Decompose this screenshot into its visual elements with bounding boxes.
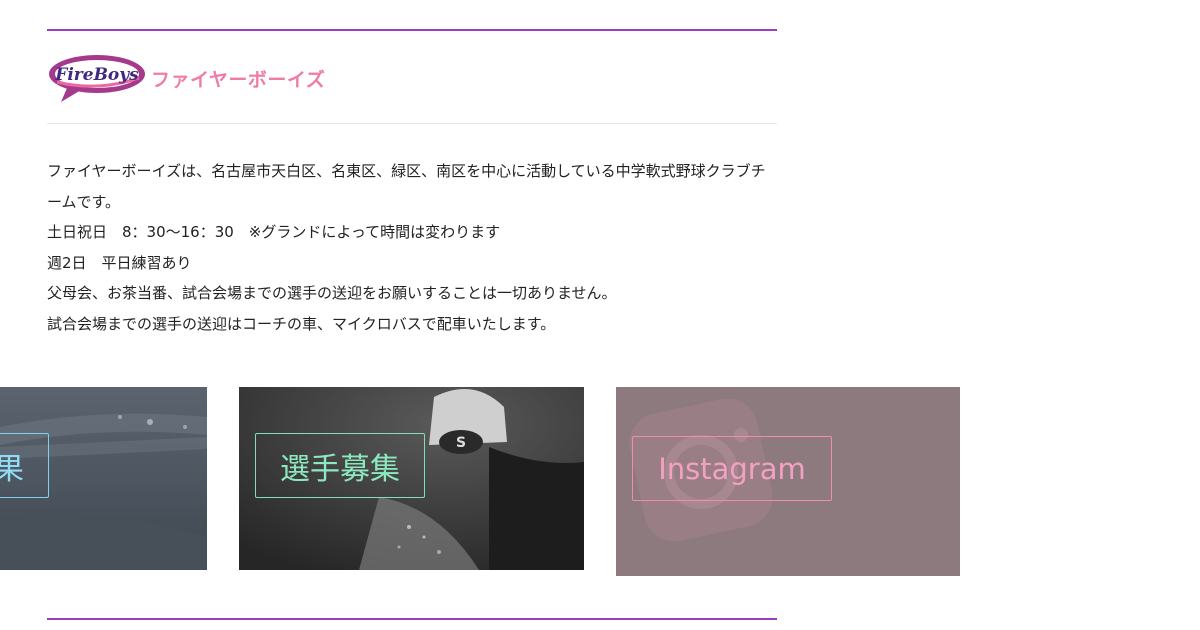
card-instagram[interactable]: Instagram — [616, 387, 960, 576]
fireboys-badge-logo: FireBoys — [49, 55, 145, 102]
intro-line: 父母会、お茶当番、試合会場までの選手の送迎をお願いすることは一切ありません。 — [47, 284, 617, 302]
intro-line: 土日祝日 8：30〜16：30 ※グランドによって時間は変わります — [47, 223, 501, 241]
intro-line: 週2日 平日練習あり — [47, 253, 192, 272]
intro-line: ファイヤーボーイズは、名古屋市天白区、名東区、緑区、南区を中心に活動している中学… — [47, 162, 766, 211]
instagram-button[interactable]: Instagram — [632, 436, 832, 501]
svg-text:FireBoys: FireBoys — [54, 65, 139, 85]
site-logo[interactable]: FireBoys ファイヤーボーイズ — [47, 52, 327, 106]
logo-katakana: ファイヤーボーイズ — [151, 69, 326, 91]
results-button[interactable]: 果 — [0, 433, 49, 498]
svg-text:S: S — [456, 435, 466, 451]
header-divider — [47, 123, 777, 124]
card-recruit[interactable]: S 選手募集 — [239, 387, 584, 570]
recruit-button[interactable]: 選手募集 — [255, 433, 425, 498]
top-divider — [47, 29, 777, 31]
intro-text: ファイヤーボーイズは、名古屋市天白区、名東区、緑区、南区を中心に活動している中学… — [47, 156, 777, 339]
intro-line: 試合会場までの選手の送迎はコーチの車、マイクロバスで配車いたします。 — [47, 314, 556, 333]
bottom-divider — [47, 618, 777, 620]
card-results[interactable]: 果 — [0, 387, 207, 570]
